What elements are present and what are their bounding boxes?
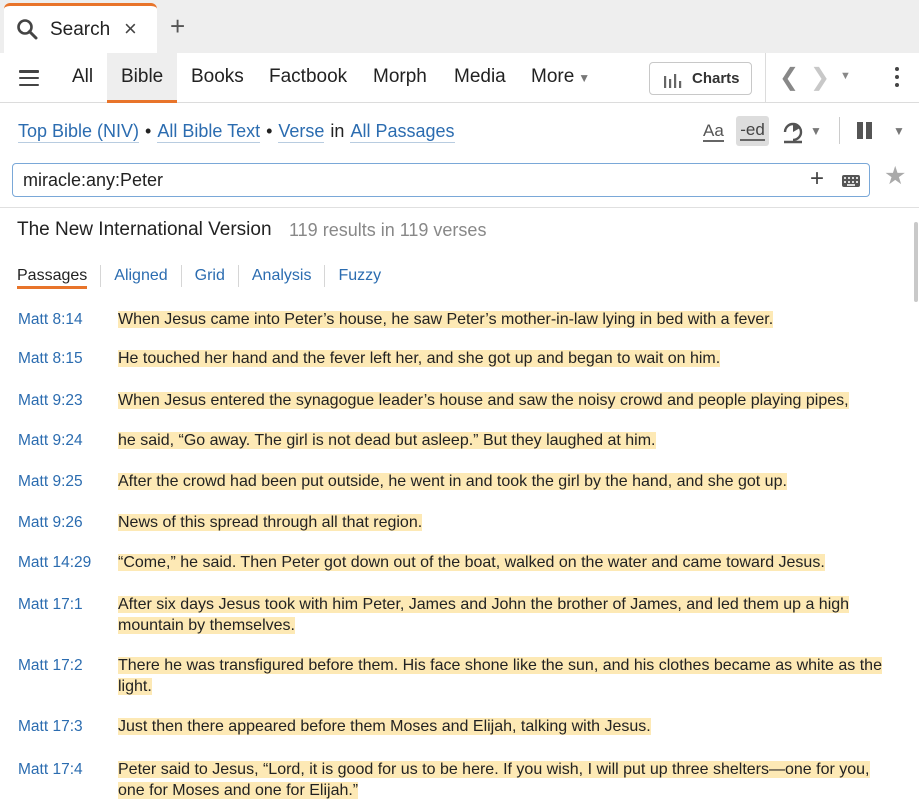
back-icon[interactable]: ❮ xyxy=(779,63,799,92)
inflections-toggle[interactable]: -ed xyxy=(736,116,769,146)
verse-text: After the crowd had been put outside, he… xyxy=(118,473,787,490)
verse-reference[interactable]: Matt 17:2 xyxy=(18,657,83,675)
results-title: The New International Version xyxy=(17,219,272,240)
tab-grid[interactable]: Grid xyxy=(180,265,238,287)
tab-more-label: More xyxy=(531,66,575,87)
tab-aligned[interactable]: Aligned xyxy=(100,265,180,287)
history-dropdown-icon[interactable]: ▼ xyxy=(840,70,851,82)
tab-passages[interactable]: Passages xyxy=(17,265,88,289)
results-count: 119 results in 119 verses xyxy=(289,220,487,240)
charts-label: Charts xyxy=(692,70,740,87)
menu-icon[interactable] xyxy=(19,70,39,87)
results-view-tabs: Passages Aligned Grid Analysis Fuzzy xyxy=(17,265,394,293)
new-tab-button[interactable]: + xyxy=(170,13,185,39)
tab-factbook[interactable]: Factbook xyxy=(255,53,361,103)
forward-icon[interactable]: ❯ xyxy=(810,63,830,92)
bar-chart-icon xyxy=(664,74,682,88)
keyboard-icon[interactable] xyxy=(842,175,860,187)
tab-all[interactable]: All xyxy=(58,53,107,103)
more-options-icon[interactable] xyxy=(895,67,899,91)
verse-reference[interactable]: Matt 8:15 xyxy=(18,350,83,368)
chevron-down-icon: ▼ xyxy=(578,71,591,85)
verse-reference[interactable]: Matt 9:26 xyxy=(18,514,83,532)
verse-text: Just then there appeared before them Mos… xyxy=(118,718,651,735)
range-selector[interactable]: All Passages xyxy=(350,121,455,143)
font-options-button[interactable]: Aa xyxy=(703,122,724,142)
verse-reference[interactable]: Matt 17:4 xyxy=(18,761,83,779)
scope-separator: • xyxy=(145,121,152,141)
close-icon[interactable]: × xyxy=(124,18,137,40)
scope-separator: • xyxy=(266,121,273,141)
tab-more[interactable]: More ▼ xyxy=(517,53,604,103)
bible-selector[interactable]: Top Bible (NIV) xyxy=(18,121,140,143)
inflections-label: -ed xyxy=(740,120,765,141)
verse-text: he said, “Go away. The girl is not dead … xyxy=(118,432,656,449)
verse-text: News of this spread through all that reg… xyxy=(118,514,423,531)
verse-text: When Jesus came into Peter’s house, he s… xyxy=(118,311,774,328)
text-selector[interactable]: All Bible Text xyxy=(157,121,261,143)
verse-reference[interactable]: Matt 17:3 xyxy=(18,718,83,736)
tab-strip: Search × + xyxy=(0,0,919,53)
favorite-star-icon[interactable]: ★ xyxy=(884,164,906,189)
tab-fuzzy[interactable]: Fuzzy xyxy=(324,265,394,287)
scrollbar[interactable] xyxy=(914,222,918,302)
verse-reference[interactable]: Matt 17:1 xyxy=(18,596,83,614)
verse-text: Peter said to Jesus, “Lord, it is good f… xyxy=(118,761,870,799)
tab-analysis[interactable]: Analysis xyxy=(237,265,325,287)
toolbar: All Bible Books Factbook Morph Media Mor… xyxy=(0,53,919,103)
tab-search[interactable]: Search × xyxy=(4,3,157,53)
search-field: + xyxy=(12,163,870,197)
verse-reference[interactable]: Matt 9:24 xyxy=(18,432,83,450)
scope-in-label: in xyxy=(330,121,345,141)
header-divider xyxy=(0,207,919,208)
search-scope: Top Bible (NIV) • All Bible Text • Verse in Al… xyxy=(18,121,455,143)
chevron-down-icon[interactable]: ▼ xyxy=(893,124,905,138)
panel-layout-icon[interactable] xyxy=(857,122,875,144)
verse-text: He touched her hand and the fever left h… xyxy=(118,350,721,367)
verse-text: “Come,” he said. Then Peter got down out… xyxy=(118,554,825,571)
add-icon[interactable]: + xyxy=(810,167,824,191)
toolbar-divider xyxy=(765,53,766,103)
tab-label: Search xyxy=(50,19,111,40)
verse-reference[interactable]: Matt 14:29 xyxy=(18,554,91,572)
search-icon xyxy=(17,19,38,40)
history-icon[interactable] xyxy=(781,120,805,144)
search-input[interactable] xyxy=(23,168,803,192)
charts-button[interactable]: Charts xyxy=(649,62,752,95)
options-divider xyxy=(839,117,840,144)
verse-text: After six days Jesus took with him Peter… xyxy=(118,596,850,634)
verse-reference[interactable]: Matt 8:14 xyxy=(18,311,83,329)
tab-books[interactable]: Books xyxy=(177,53,258,103)
verse-text: When Jesus entered the synagogue leader’… xyxy=(118,392,849,409)
verse-reference[interactable]: Matt 9:23 xyxy=(18,392,83,410)
tab-bible[interactable]: Bible xyxy=(107,53,178,103)
tab-media[interactable]: Media xyxy=(440,53,520,103)
tab-morph[interactable]: Morph xyxy=(359,53,441,103)
chevron-down-icon[interactable]: ▼ xyxy=(810,124,822,138)
verse-reference[interactable]: Matt 9:25 xyxy=(18,473,83,491)
verse-text: There he was transfigured before them. H… xyxy=(118,657,882,695)
unit-selector[interactable]: Verse xyxy=(278,121,325,143)
